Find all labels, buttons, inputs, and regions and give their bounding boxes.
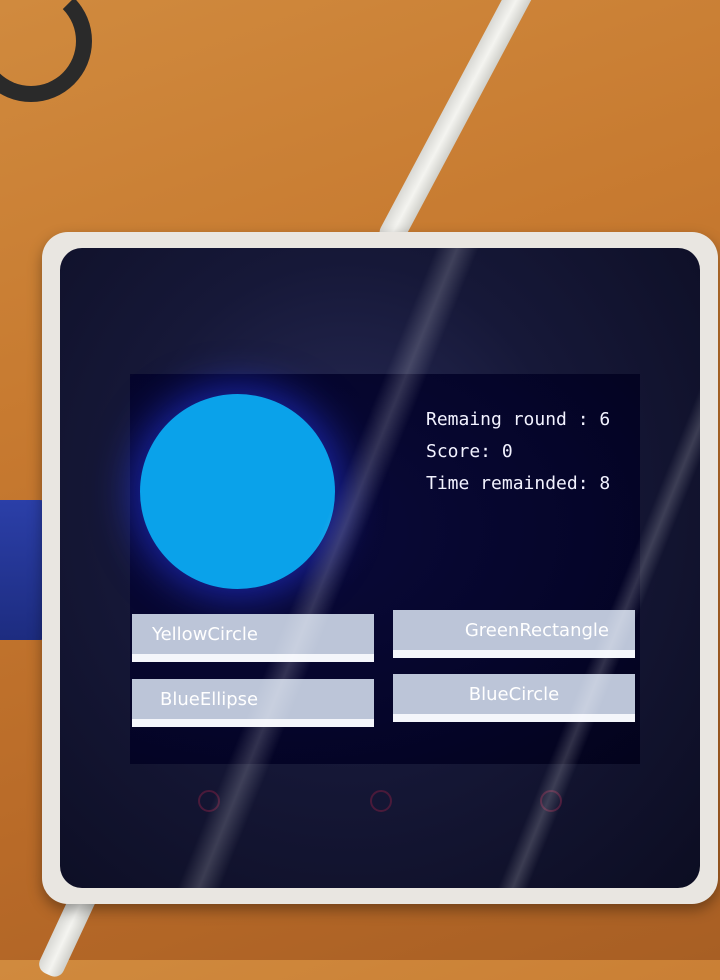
target-shape bbox=[140, 394, 335, 589]
answer-button-yellow-circle[interactable]: YellowCircle bbox=[132, 614, 374, 662]
time-remaining-text: Time remainded: 8 bbox=[426, 473, 611, 494]
game-screen: Remaing round : 6 Score: 0 Time remainde… bbox=[130, 374, 640, 764]
device-bezel: Remaing round : 6 Score: 0 Time remainde… bbox=[60, 248, 700, 888]
answer-button-green-rectangle[interactable]: GreenRectangle bbox=[393, 610, 635, 658]
answer-button-blue-ellipse[interactable]: BlueEllipse bbox=[132, 679, 374, 727]
answer-label: YellowCircle bbox=[152, 623, 258, 645]
answer-label: BlueCircle bbox=[468, 683, 560, 705]
answer-label: GreenRectangle bbox=[464, 619, 609, 641]
hardware-button-a[interactable] bbox=[198, 790, 220, 812]
dark-cable bbox=[0, 0, 92, 102]
hardware-button-c[interactable] bbox=[540, 790, 562, 812]
remaining-round-text: Remaing round : 6 bbox=[426, 409, 611, 430]
usb-cable bbox=[376, 0, 540, 249]
answer-label: BlueEllipse bbox=[160, 688, 259, 710]
score-text: Score: 0 bbox=[426, 441, 513, 462]
answer-button-blue-circle[interactable]: BlueCircle bbox=[393, 674, 635, 722]
hardware-button-b[interactable] bbox=[370, 790, 392, 812]
status-panel: Remaing round : 6 Score: 0 Time remainde… bbox=[426, 404, 610, 500]
device-case: Remaing round : 6 Score: 0 Time remainde… bbox=[42, 232, 718, 904]
